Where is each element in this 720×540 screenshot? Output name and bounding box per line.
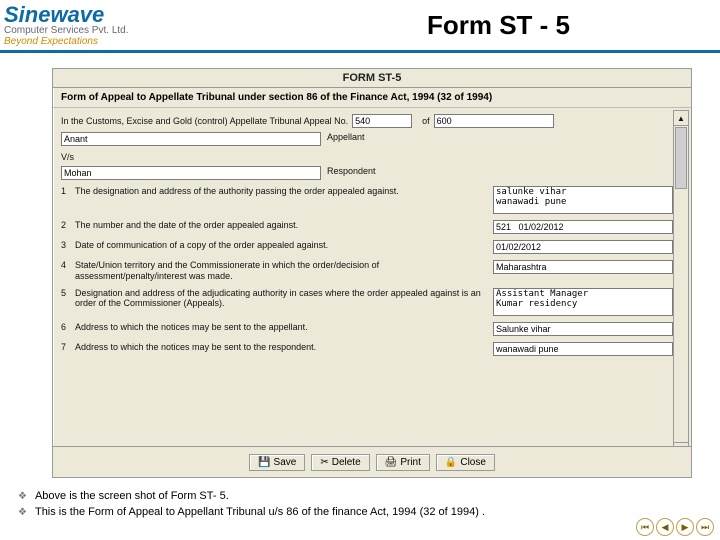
slide-header: Sinewave Computer Services Pvt. Ltd. Bey… [0, 0, 720, 53]
delete-label: Delete [332, 457, 361, 468]
appellant-label: Appellant [327, 132, 365, 142]
save-button[interactable]: 💾 Save [249, 454, 305, 471]
row-num: 7 [61, 342, 75, 352]
nav-prev-button[interactable]: ◀ [656, 518, 674, 536]
row-3: 3 Date of communication of a copy of the… [61, 240, 673, 254]
button-toolbar: 💾 Save ✂ Delete 🖨Print 🔒Close [53, 446, 691, 477]
form-subtitle: Form of Appeal to Appellate Tribunal und… [53, 88, 691, 108]
respondent-label: Respondent [327, 166, 376, 176]
logo-sub1: Computer Services Pvt. Ltd. [4, 26, 129, 37]
nav-next-button[interactable]: ▶ [676, 518, 694, 536]
speaker-notes: ❖ Above is the screen shot of Form ST- 5.… [18, 490, 485, 522]
row-5: 5 Designation and address of the adjudic… [61, 288, 673, 316]
row-4-field[interactable] [493, 260, 673, 274]
row-6-field[interactable] [493, 322, 673, 336]
row-label: Address to which the notices may be sent… [75, 342, 493, 353]
row-num: 4 [61, 260, 75, 270]
print-button[interactable]: 🖨Print [376, 454, 430, 471]
row-7-field[interactable] [493, 342, 673, 356]
delete-icon: ✂ [320, 457, 328, 468]
row-6: 6 Address to which the notices may be se… [61, 322, 673, 336]
print-label: Print [400, 457, 421, 468]
slide-title: Form ST - 5 [427, 10, 570, 41]
print-icon: 🖨 [385, 457, 398, 468]
bullet-icon: ❖ [18, 506, 27, 520]
appellant-field[interactable] [61, 132, 321, 146]
logo-sub2: Beyond Expectations [4, 37, 129, 48]
row-7: 7 Address to which the notices may be se… [61, 342, 673, 356]
row-num: 2 [61, 220, 75, 230]
intro-text: In the Customs, Excise and Gold (control… [61, 116, 348, 126]
row-label: Address to which the notices may be sent… [75, 322, 493, 333]
row-1: 1 The designation and address of the aut… [61, 186, 673, 214]
close-icon: 🔒 [445, 457, 457, 468]
appeal-no-line: In the Customs, Excise and Gold (control… [61, 114, 673, 128]
row-2-field[interactable] [493, 220, 673, 234]
respondent-row: Respondent [61, 166, 673, 180]
row-4: 4 State/Union territory and the Commissi… [61, 260, 673, 282]
row-label: Date of communication of a copy of the o… [75, 240, 493, 251]
row-1-field[interactable] [493, 186, 673, 214]
appellant-row: Appellant [61, 132, 673, 146]
close-label: Close [460, 457, 486, 468]
form-window: FORM ST-5 Form of Appeal to Appellate Tr… [52, 68, 692, 478]
logo-main: Sinewave [4, 3, 129, 26]
delete-button[interactable]: ✂ Delete [311, 454, 369, 471]
appeal-no-field[interactable] [352, 114, 412, 128]
row-label: The number and the date of the order app… [75, 220, 493, 231]
nav-first-button[interactable]: ⏮ [636, 518, 654, 536]
respondent-field[interactable] [61, 166, 321, 180]
nav-last-button[interactable]: ⏭ [696, 518, 714, 536]
note-2: This is the Form of Appeal to Appellant … [35, 506, 485, 518]
row-label: Designation and address of the adjudicat… [75, 288, 493, 310]
save-label: Save [274, 457, 297, 468]
form-title: FORM ST-5 [53, 69, 691, 88]
close-button[interactable]: 🔒Close [436, 454, 495, 471]
of-label: of [422, 116, 430, 126]
form-body: ▲ ▼ In the Customs, Excise and Gold (con… [53, 108, 691, 460]
scroll-thumb[interactable] [675, 127, 687, 189]
row-3-field[interactable] [493, 240, 673, 254]
save-icon: 💾 [258, 457, 270, 468]
appeal-year-field[interactable] [434, 114, 554, 128]
row-label: State/Union territory and the Commission… [75, 260, 493, 282]
row-num: 5 [61, 288, 75, 298]
row-num: 6 [61, 322, 75, 332]
scroll-up-icon[interactable]: ▲ [674, 111, 688, 126]
row-num: 3 [61, 240, 75, 250]
vertical-scrollbar[interactable]: ▲ ▼ [673, 110, 689, 458]
row-2: 2 The number and the date of the order a… [61, 220, 673, 234]
row-label: The designation and address of the autho… [75, 186, 493, 197]
row-num: 1 [61, 186, 75, 196]
slide-nav: ⏮ ◀ ▶ ⏭ [636, 518, 714, 536]
note-1: Above is the screen shot of Form ST- 5. [35, 490, 229, 502]
bullet-icon: ❖ [18, 490, 27, 504]
vs-label: V/s [61, 152, 673, 162]
row-5-field[interactable] [493, 288, 673, 316]
logo: Sinewave Computer Services Pvt. Ltd. Bey… [4, 3, 129, 47]
